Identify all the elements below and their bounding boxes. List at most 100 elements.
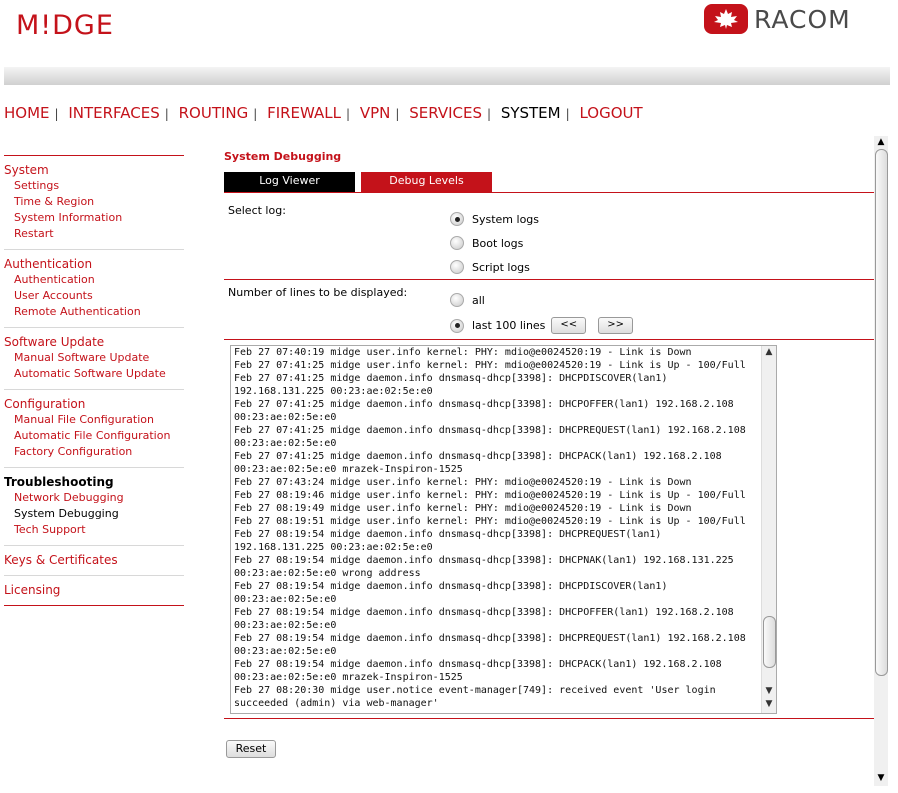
log-line: 00:23:ae:02:5e:e0 wrong address: [234, 568, 421, 579]
scroll-up-icon[interactable]: ▲: [763, 346, 775, 358]
sidebar-heading-configuration[interactable]: Configuration: [4, 396, 184, 412]
sidebar-item-user-accounts[interactable]: User Accounts: [4, 288, 184, 304]
log-output[interactable]: Feb 27 07:40:19 midge user.info kernel: …: [230, 345, 777, 714]
radio-all[interactable]: [450, 293, 464, 307]
sidebar-item-factory-configuration[interactable]: Factory Configuration: [4, 444, 184, 460]
option-label: System logs: [472, 212, 540, 226]
log-line: Feb 27 08:19:54 midge daemon.info dnsmas…: [234, 555, 734, 566]
log-line: 00:23:ae:02:5e:e0 mrazek-Inspiron-1525: [234, 464, 463, 475]
option-all-lines[interactable]: all: [450, 293, 485, 307]
radio-script-logs[interactable]: [450, 260, 464, 274]
sidebar-group-authentication: Authentication Authentication User Accou…: [4, 249, 184, 327]
divider: [224, 718, 874, 719]
log-line: Feb 27 08:19:54 midge daemon.info dnsmas…: [234, 607, 734, 618]
log-scrollbar[interactable]: ▲ ▼ ▼: [761, 346, 776, 713]
sidebar-heading-troubleshooting[interactable]: Troubleshooting: [4, 474, 184, 490]
sidebar-item-system-debugging[interactable]: System Debugging: [4, 506, 184, 522]
sidebar-item-time-region[interactable]: Time & Region: [4, 194, 184, 210]
scroll-down-icon[interactable]: ▼: [763, 685, 775, 697]
sidebar-item-system-information[interactable]: System Information: [4, 210, 184, 226]
log-line: Feb 27 08:19:49 midge user.info kernel: …: [234, 503, 692, 514]
nav-firewall[interactable]: FIREWALL: [267, 104, 341, 122]
nav-system[interactable]: SYSTEM: [501, 104, 561, 122]
log-line: Feb 27 07:40:19 midge user.info kernel: …: [234, 347, 692, 358]
log-line: 00:23:ae:02:5e:e0: [234, 646, 337, 657]
nav-services[interactable]: SERVICES: [409, 104, 482, 122]
sidebar: System Settings Time & Region System Inf…: [4, 155, 184, 606]
sidebar-item-settings[interactable]: Settings: [4, 178, 184, 194]
sidebar-item-remote-authentication[interactable]: Remote Authentication: [4, 304, 184, 320]
scroll-down-icon[interactable]: ▼: [875, 772, 887, 784]
sidebar-item-manual-software-update[interactable]: Manual Software Update: [4, 350, 184, 366]
scroll-down-icon[interactable]: ▼: [763, 698, 775, 710]
nav-home[interactable]: HOME: [4, 104, 50, 122]
sidebar-heading-keys-certificates[interactable]: Keys & Certificates: [4, 552, 184, 568]
log-line: Feb 27 07:41:25 midge daemon.info dnsmas…: [234, 399, 734, 410]
nav-logout[interactable]: LOGOUT: [579, 104, 642, 122]
option-script-logs[interactable]: Script logs: [450, 260, 530, 274]
sidebar-heading-licensing[interactable]: Licensing: [4, 582, 184, 598]
nav-separator: |: [54, 107, 59, 121]
radio-boot-logs[interactable]: [450, 236, 464, 250]
next-page-button[interactable]: >>: [598, 317, 633, 334]
sidebar-item-authentication[interactable]: Authentication: [4, 272, 184, 288]
sidebar-item-network-debugging[interactable]: Network Debugging: [4, 490, 184, 506]
option-label: Script logs: [472, 260, 530, 274]
sidebar-item-automatic-software-update[interactable]: Automatic Software Update: [4, 366, 184, 382]
tab-log-viewer[interactable]: Log Viewer: [224, 172, 355, 192]
nav-routing[interactable]: ROUTING: [179, 104, 249, 122]
sidebar-group-licensing: Licensing: [4, 575, 184, 606]
nav-interfaces[interactable]: INTERFACES: [68, 104, 159, 122]
header-bar: [4, 67, 890, 85]
nav-separator: |: [395, 107, 400, 121]
racom-wordmark: RACOM: [754, 4, 851, 34]
log-line: 192.168.131.225 00:23:ae:02:5e:e0: [234, 542, 433, 553]
divider: [224, 339, 874, 340]
sidebar-heading-software-update[interactable]: Software Update: [4, 334, 184, 350]
log-line: Feb 27 08:19:54 midge daemon.info dnsmas…: [234, 659, 722, 670]
nav-vpn[interactable]: VPN: [360, 104, 391, 122]
log-line: Feb 27 07:41:25 midge daemon.info dnsmas…: [234, 425, 746, 436]
racom-logo: RACOM: [704, 4, 851, 34]
sidebar-group-keys-certificates: Keys & Certificates: [4, 545, 184, 575]
log-lines: Feb 27 07:40:19 midge user.info kernel: …: [234, 346, 759, 710]
midge-logo: M!DGE: [16, 10, 114, 41]
log-line: Feb 27 08:19:54 midge daemon.info dnsmas…: [234, 529, 662, 540]
sidebar-heading-authentication[interactable]: Authentication: [4, 256, 184, 272]
sidebar-item-restart[interactable]: Restart: [4, 226, 184, 242]
nav-separator: |: [346, 107, 351, 121]
log-line: Feb 27 08:19:54 midge daemon.info dnsmas…: [234, 633, 746, 644]
scroll-thumb[interactable]: [763, 616, 776, 668]
option-label: last 100 lines: [472, 319, 546, 332]
lines-label: Number of lines to be displayed:: [228, 286, 408, 299]
divider: [224, 279, 874, 280]
radio-last-100[interactable]: [450, 318, 464, 333]
option-label: all: [472, 293, 485, 307]
log-line: Feb 27 08:19:54 midge daemon.info dnsmas…: [234, 581, 668, 592]
log-line: 00:23:ae:02:5e:e0: [234, 594, 337, 605]
sidebar-group-system: System Settings Time & Region System Inf…: [4, 155, 184, 249]
reset-button[interactable]: Reset: [226, 740, 276, 758]
page-scroll-thumb[interactable]: [875, 149, 888, 676]
log-line: 00:23:ae:02:5e:e0: [234, 412, 337, 423]
log-line: Feb 27 07:41:25 midge daemon.info dnsmas…: [234, 373, 668, 384]
log-line: succeeded (admin) via web-manager': [234, 698, 439, 709]
option-boot-logs[interactable]: Boot logs: [450, 236, 523, 250]
log-line: Feb 27 08:20:30 midge user.notice event-…: [234, 685, 716, 696]
log-line: Feb 27 07:41:25 midge daemon.info dnsmas…: [234, 451, 722, 462]
tab-debug-levels[interactable]: Debug Levels: [361, 172, 492, 192]
option-system-logs[interactable]: System logs: [450, 212, 539, 226]
sidebar-item-manual-file-configuration[interactable]: Manual File Configuration: [4, 412, 184, 428]
previous-page-button[interactable]: <<: [551, 317, 587, 334]
page-scrollbar[interactable]: ▲ ▼: [874, 136, 888, 786]
radio-system-logs[interactable]: [450, 212, 464, 226]
sidebar-item-automatic-file-configuration[interactable]: Automatic File Configuration: [4, 428, 184, 444]
option-last-100-lines[interactable]: last 100 lines << >>: [450, 317, 633, 334]
sidebar-heading-system[interactable]: System: [4, 162, 184, 178]
scroll-up-icon[interactable]: ▲: [875, 136, 887, 148]
divider: [224, 192, 874, 193]
sidebar-group-troubleshooting: Troubleshooting Network Debugging System…: [4, 467, 184, 545]
page-title: System Debugging: [224, 150, 342, 163]
sidebar-item-tech-support[interactable]: Tech Support: [4, 522, 184, 538]
option-label: Boot logs: [472, 236, 524, 250]
